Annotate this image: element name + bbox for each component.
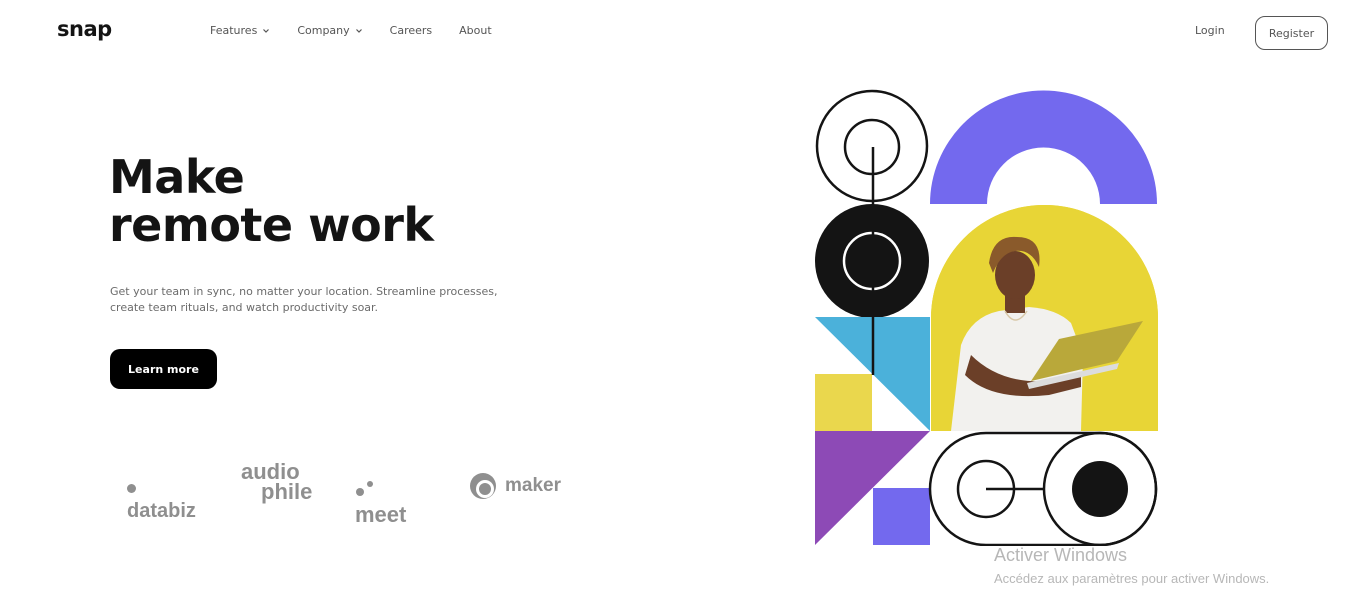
windows-activation-title: Activer Windows: [994, 545, 1128, 565]
person-photo: [931, 205, 1158, 431]
databiz-dot-icon: [127, 484, 136, 493]
yellow-square: [815, 374, 872, 431]
chevron-down-icon: [355, 28, 362, 33]
snap-logo[interactable]: snap: [57, 17, 112, 41]
learn-more-button[interactable]: Learn more: [110, 349, 217, 389]
nav-item-features[interactable]: Features: [210, 24, 270, 37]
hero-description: Get your team in sync, no matter your lo…: [110, 285, 498, 314]
purple-square: [873, 488, 930, 545]
hero-title-line-1: Make: [109, 150, 245, 204]
nav-item-careers[interactable]: Careers: [390, 24, 433, 37]
chevron-down-icon: [263, 28, 270, 33]
hero-illustration: [815, 89, 1158, 546]
maker-logo: maker: [469, 472, 561, 500]
audiophile-logo: audio phile: [241, 461, 313, 504]
hero-title-line-2: remote work: [109, 198, 434, 252]
databiz-logo: databiz: [127, 477, 196, 523]
purple-arch-shape: [930, 90, 1157, 204]
main-nav: Features Company Careers About: [210, 24, 519, 37]
nav-item-label: About: [459, 24, 492, 37]
nav-item-label: Features: [210, 24, 258, 37]
login-link[interactable]: Login: [1195, 24, 1225, 37]
nav-item-company[interactable]: Company: [297, 24, 362, 37]
register-button[interactable]: Register: [1255, 16, 1328, 50]
meet-dots-icon: [356, 481, 373, 496]
maker-circle-icon: [470, 473, 496, 499]
nav-item-label: Careers: [389, 24, 433, 37]
windows-activation-subtitle: Accédez aux paramètres pour activer Wind…: [994, 571, 1270, 586]
hero-title: Make remote work: [109, 153, 434, 249]
nav-item-about[interactable]: About: [459, 24, 492, 37]
audiophile-logo-bottom: phile: [261, 479, 313, 504]
nav-item-label: Company: [297, 24, 350, 37]
meet-logo: meet: [355, 476, 406, 528]
pill-black-dot: [1072, 461, 1128, 517]
person-with-laptop-illustration: [931, 205, 1158, 431]
